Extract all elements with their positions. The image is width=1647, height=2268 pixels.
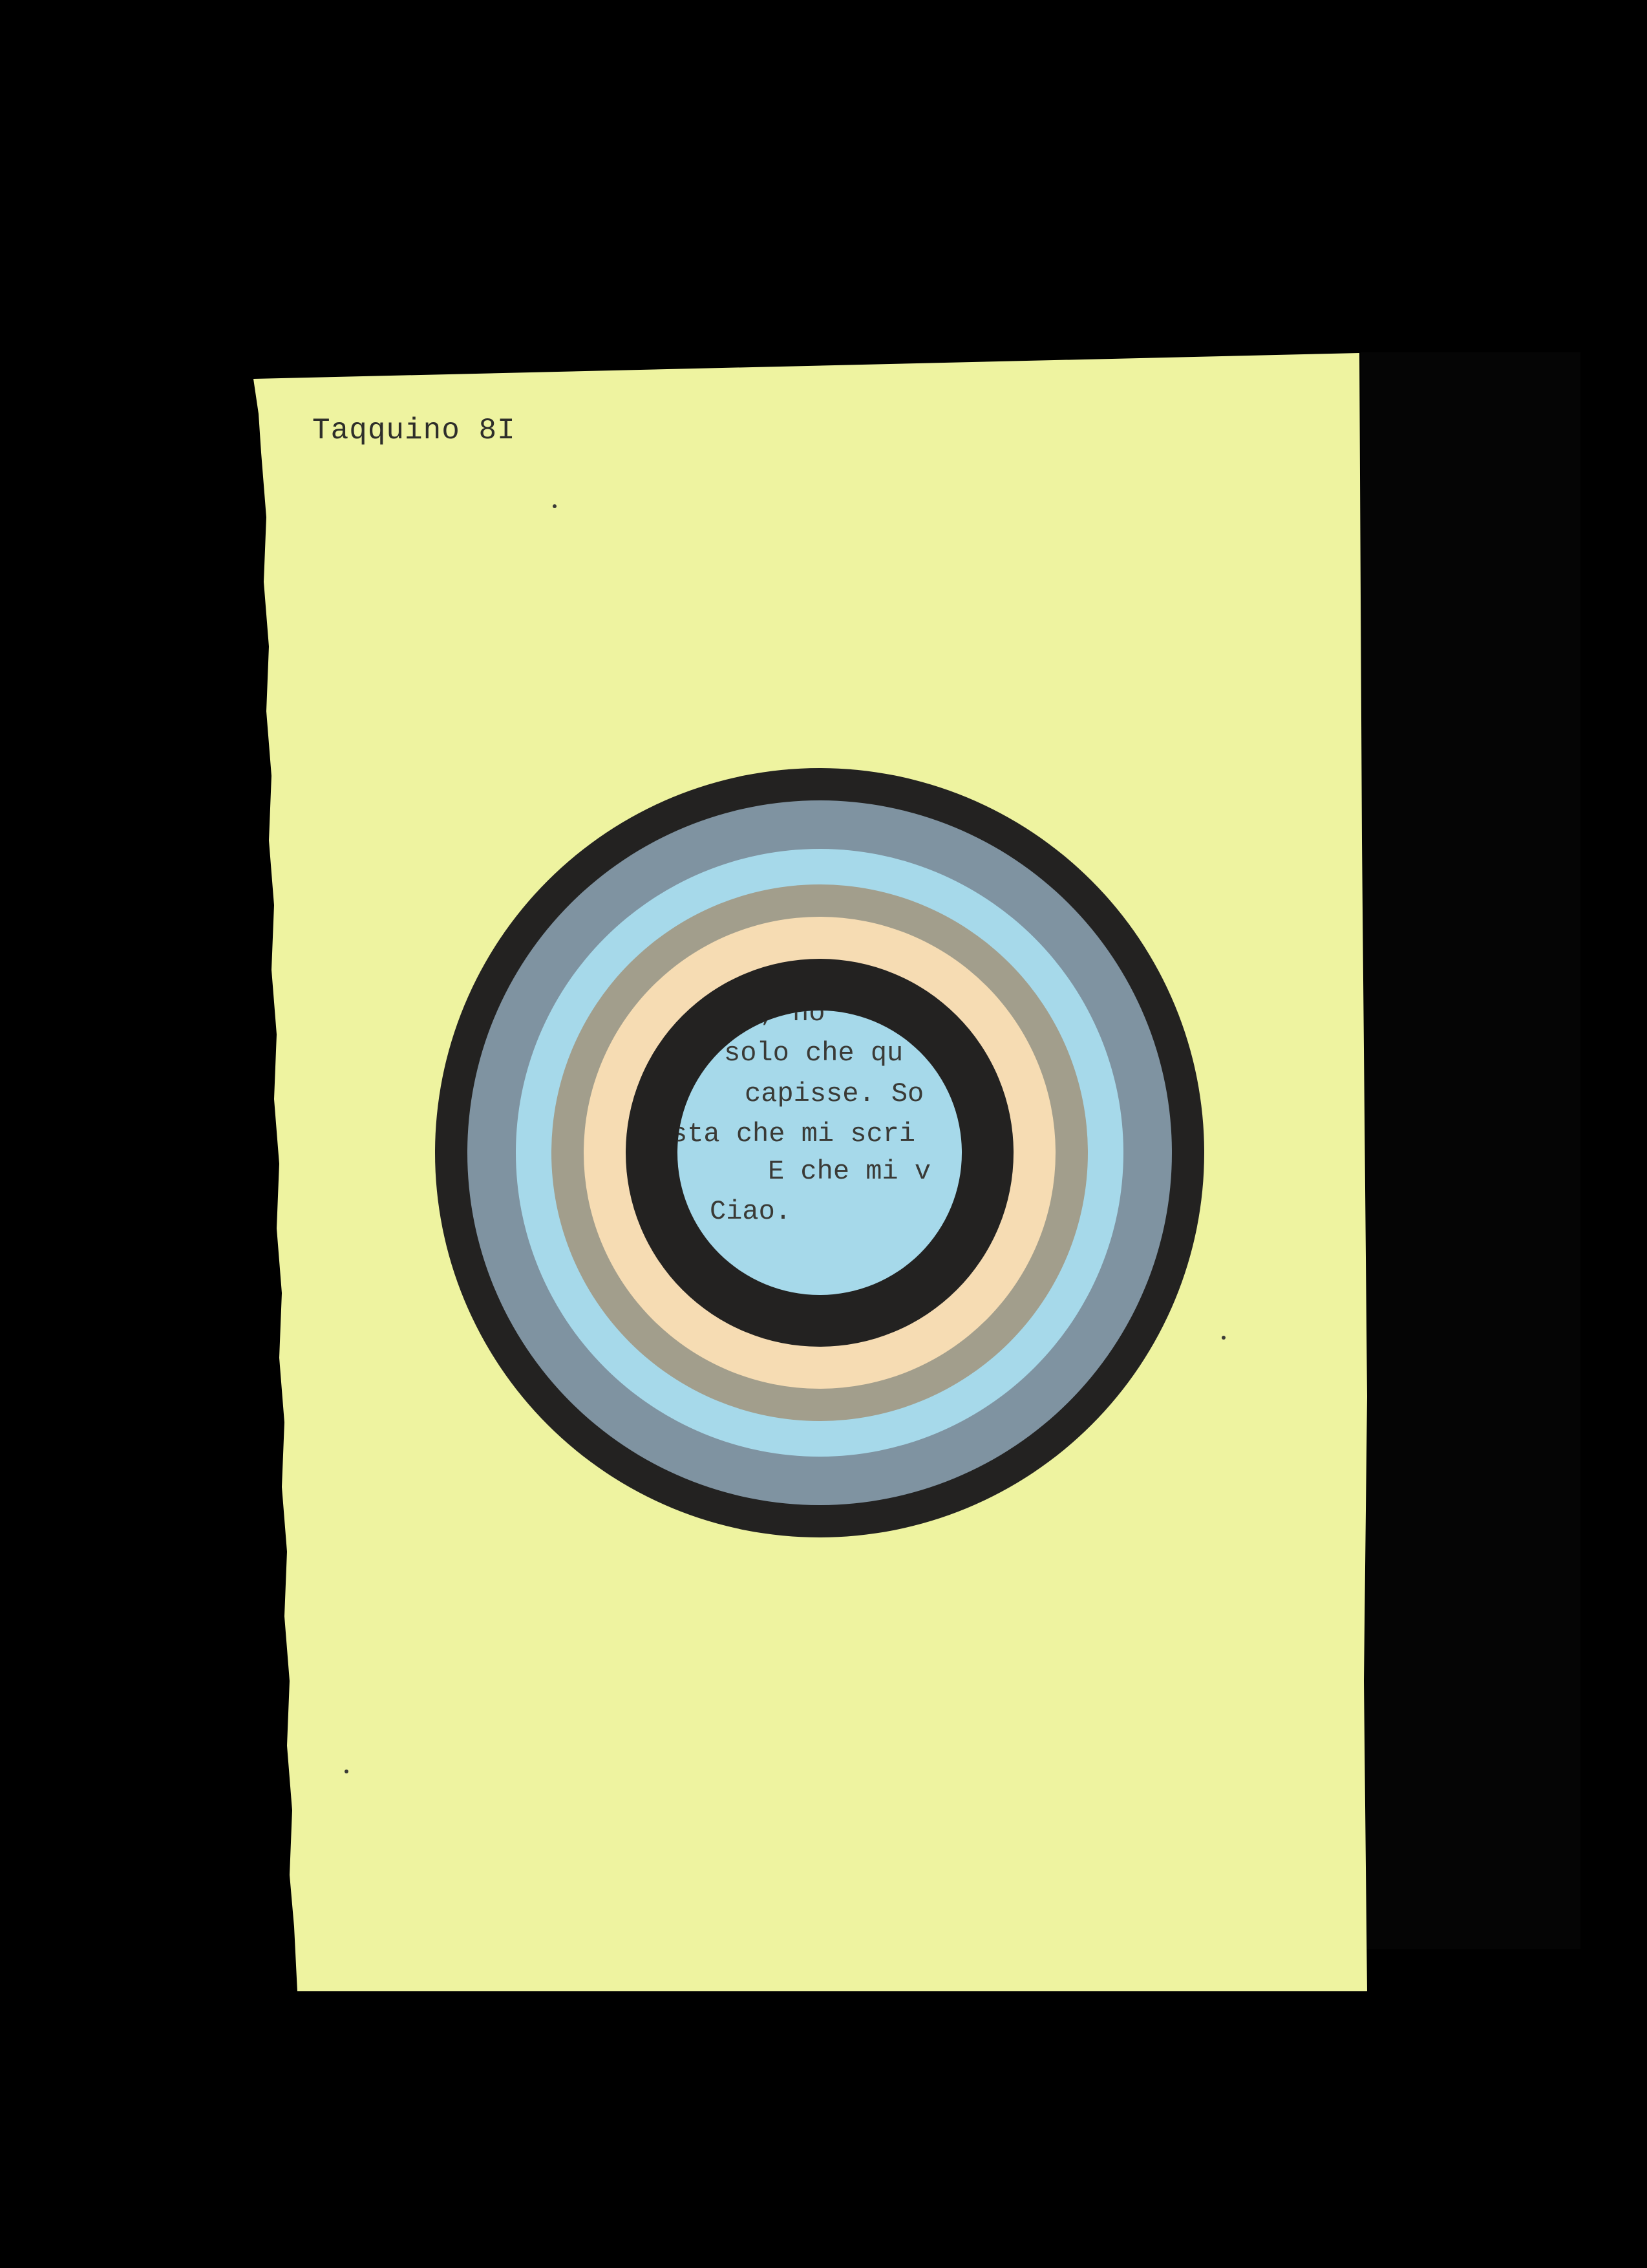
concentric-rings-graphic: ice, no solo che qu capisse. So sta che …: [435, 768, 1204, 1537]
paper-speck: [553, 504, 557, 508]
window-text-line: capisse. So: [745, 1078, 924, 1109]
window-text-line: solo che qu: [724, 1038, 903, 1069]
window-text-line: Ciao.: [710, 1196, 791, 1227]
paper-speck: [345, 1770, 348, 1773]
cover-title: Taqquino 8I: [312, 414, 516, 447]
notebook-cover: ice, no solo che qu capisse. So sta che …: [253, 353, 1367, 1991]
window-text-line: E che mi v: [768, 1156, 931, 1187]
paper-speck: [1222, 1336, 1226, 1340]
window-text-line: sta che mi scri: [671, 1118, 915, 1150]
scan-background: ice, no solo che qu capisse. So sta che …: [0, 0, 1647, 2268]
